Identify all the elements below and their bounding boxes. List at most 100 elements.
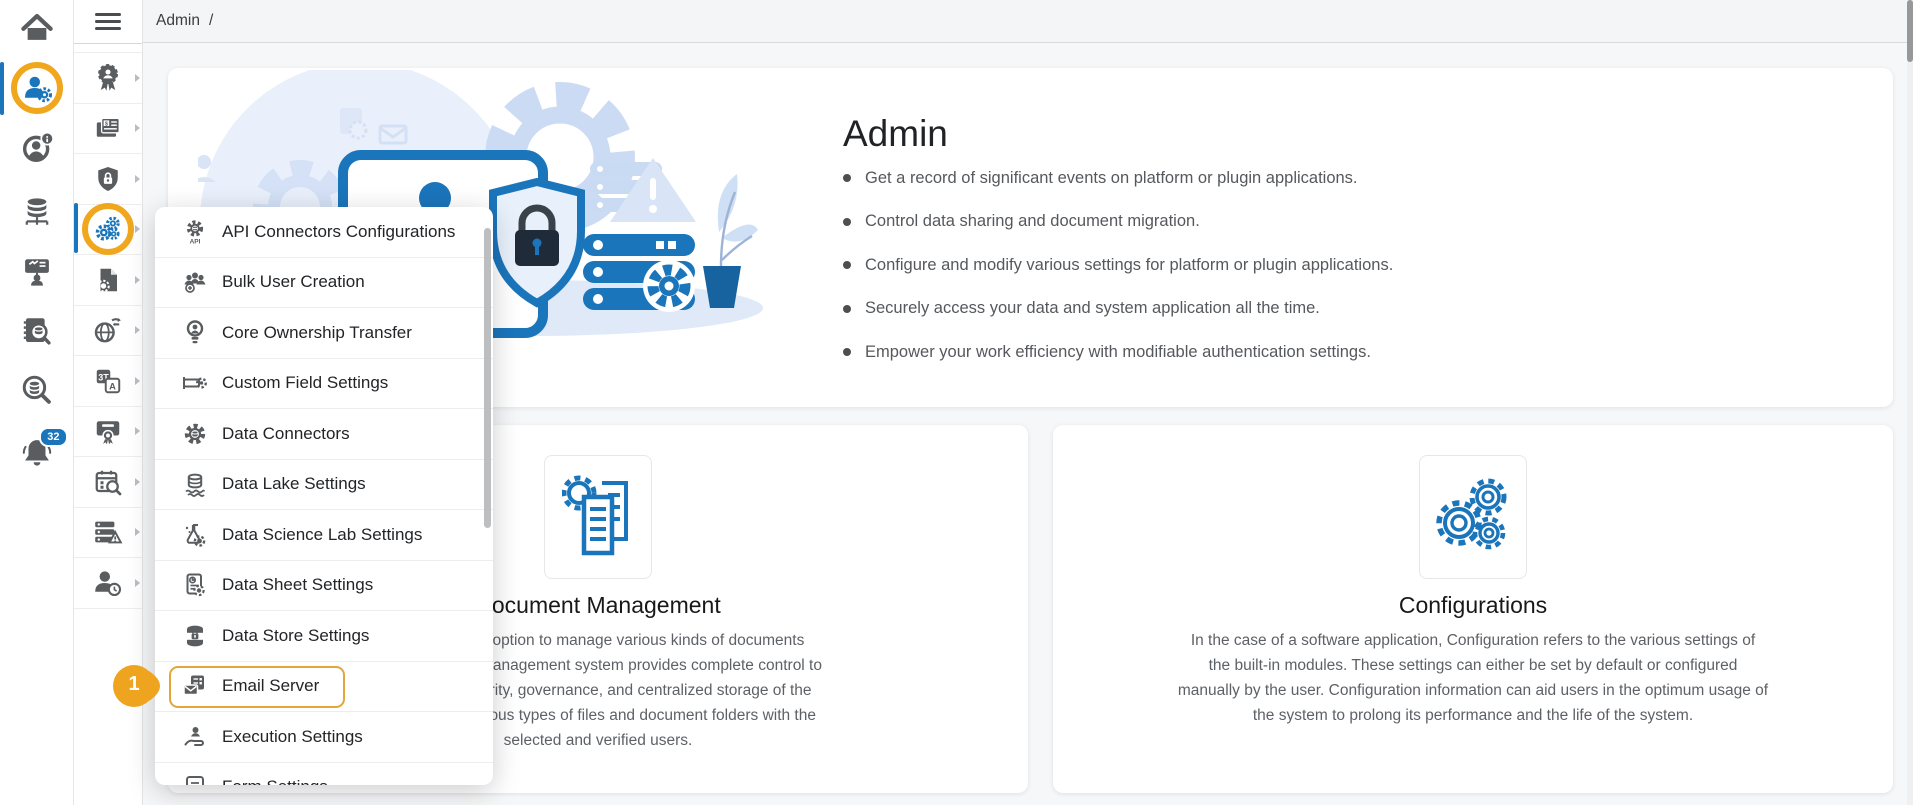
menu-scrollbar-thumb[interactable]: [484, 228, 491, 528]
admin-feature-list: Get a record of significant events on pl…: [843, 167, 1393, 385]
audit-document-search-icon: [20, 314, 54, 348]
custom-field-icon: [182, 370, 208, 396]
svg-text:$: $: [105, 122, 108, 128]
menu-item-form-settings[interactable]: Form Settings: [155, 763, 493, 785]
sidebar-item-user-info[interactable]: [0, 120, 73, 176]
card-description: In the case of a software application, C…: [1177, 632, 1769, 724]
user-admin-settings-icon: [22, 73, 52, 103]
breadcrumb-separator: /: [208, 12, 214, 29]
configurations-gears-icon: [1419, 455, 1527, 579]
schedule-search-icon: [93, 467, 123, 497]
card-title: Configurations: [1398, 592, 1548, 618]
notification-bell-icon: 32: [20, 427, 68, 469]
certification-badge-icon: [92, 62, 124, 94]
primary-sidebar: 32: [0, 0, 73, 805]
menu-item-label: Execution Settings: [222, 726, 363, 746]
list-item: Securely access your data and system app…: [843, 298, 1393, 320]
admin-settings-flyout-menu: API API Connectors Configurations Bulk U…: [155, 207, 493, 785]
security-shield-icon: [93, 164, 123, 194]
sidebar-item-home[interactable]: [0, 0, 73, 56]
sidebar-item-certificate[interactable]: [74, 407, 142, 457]
menu-item-label: Core Ownership Transfer: [222, 322, 412, 342]
sidebar-item-system-alert[interactable]: [74, 508, 142, 558]
active-highlight-ring: [82, 203, 134, 256]
sidebar-item-user-admin[interactable]: [0, 60, 73, 116]
menu-item-api-connectors[interactable]: API API Connectors Configurations: [155, 207, 493, 258]
submenu-corner-mark: [135, 528, 140, 537]
menu-item-label: Bulk User Creation: [222, 272, 365, 292]
sidebar-item-admin-settings[interactable]: [74, 203, 142, 256]
topbar: Admin /: [143, 0, 1913, 43]
breadcrumb[interactable]: Admin: [156, 12, 200, 30]
submenu-corner-mark: [135, 477, 140, 486]
sidebar-item-data-search[interactable]: [0, 362, 73, 418]
svg-text:A: A: [109, 381, 116, 391]
sidebar-item-billing[interactable]: $: [74, 104, 142, 154]
menu-item-bulk-user-creation[interactable]: Bulk User Creation: [155, 258, 493, 308]
menu-item-data-connectors[interactable]: Data Connectors: [155, 409, 493, 460]
home-icon: [20, 11, 54, 45]
api-connector-icon: API: [182, 219, 208, 245]
menu-item-custom-field-settings[interactable]: Custom Field Settings: [155, 359, 493, 409]
menu-item-label: Data Lake Settings: [222, 474, 366, 494]
menu-item-data-store-settings[interactable]: Data Store Settings: [155, 611, 493, 662]
sidebar-item-notifications[interactable]: 32: [0, 424, 73, 480]
data-search-icon: [20, 373, 54, 407]
training-board-icon: [20, 255, 54, 289]
email-server-highlight-ring: [169, 665, 345, 708]
menu-item-email-server[interactable]: Email Server: [155, 662, 493, 712]
bulk-users-icon: [182, 269, 208, 295]
sidebar-item-translation[interactable]: 3T A: [74, 356, 142, 407]
billing-invoice-icon: $: [92, 112, 124, 144]
menu-item-label: Custom Field Settings: [222, 373, 389, 393]
notification-count-badge: 32: [39, 427, 68, 447]
menu-item-label: API Connectors Configurations: [222, 221, 456, 241]
sidebar-item-database-network[interactable]: [0, 184, 73, 240]
bullet-dot-icon: [843, 217, 851, 226]
document-management-icon: [544, 455, 652, 579]
sidebar-item-schedule-search[interactable]: [74, 457, 142, 508]
menu-item-core-ownership-transfer[interactable]: Core Ownership Transfer: [155, 308, 493, 359]
bullet-dot-icon: [843, 348, 851, 356]
page-title: Admin: [843, 112, 948, 154]
menu-item-label: Form Settings: [222, 777, 328, 785]
sidebar-item-data-migration[interactable]: [74, 306, 142, 356]
page-scrollbar-thumb[interactable]: [1907, 0, 1913, 62]
submenu-corner-mark: [135, 326, 140, 335]
bullet-dot-icon: [843, 174, 851, 182]
sidebar-item-training[interactable]: [0, 244, 73, 300]
sidebar-item-certification[interactable]: [74, 53, 142, 104]
sidebar-item-file-settings[interactable]: [74, 255, 142, 306]
execution-hand-icon: [182, 724, 208, 750]
svg-text:API: API: [190, 238, 201, 245]
step-1-pointer-badge: 1: [112, 664, 172, 708]
sidebar-item-user-session[interactable]: [74, 558, 142, 609]
menu-item-execution-settings[interactable]: Execution Settings: [155, 712, 493, 763]
submenu-corner-mark: [135, 124, 140, 133]
bullet-dot-icon: [843, 261, 851, 269]
menu-item-label: Data Sheet Settings: [222, 575, 374, 595]
hamburger-menu-button[interactable]: [74, 0, 142, 44]
active-highlight-ring: [10, 62, 63, 114]
certificate-icon: [93, 416, 123, 446]
configurations-card[interactable]: Configurations In the case of a software…: [1053, 425, 1893, 793]
data-migration-globe-icon: [92, 314, 124, 346]
menu-item-label: Data Science Lab Settings: [222, 524, 423, 544]
menu-item-data-science-lab-settings[interactable]: Data Science Lab Settings: [155, 510, 493, 561]
page-scrollbar[interactable]: [1907, 0, 1913, 805]
sidebar-item-security[interactable]: [74, 154, 142, 205]
list-item: Empower your work efficiency with modifi…: [843, 341, 1393, 363]
menu-item-data-lake-settings[interactable]: Data Lake Settings: [155, 460, 493, 510]
menu-item-label: Data Connectors: [222, 423, 350, 443]
ownership-bulb-icon: [182, 320, 208, 346]
language-translation-icon: 3T A: [93, 366, 123, 396]
menu-item-data-sheet-settings[interactable]: Data Sheet Settings: [155, 561, 493, 611]
user-info-icon: [20, 131, 54, 165]
user-session-clock-icon: [92, 567, 124, 599]
form-settings-icon: [182, 774, 208, 785]
active-indicator: [0, 62, 4, 115]
data-connector-gear-icon: [182, 421, 208, 447]
submenu-corner-mark: [135, 427, 140, 436]
data-lake-icon: [182, 471, 208, 498]
sidebar-item-audit-log[interactable]: [0, 303, 73, 359]
